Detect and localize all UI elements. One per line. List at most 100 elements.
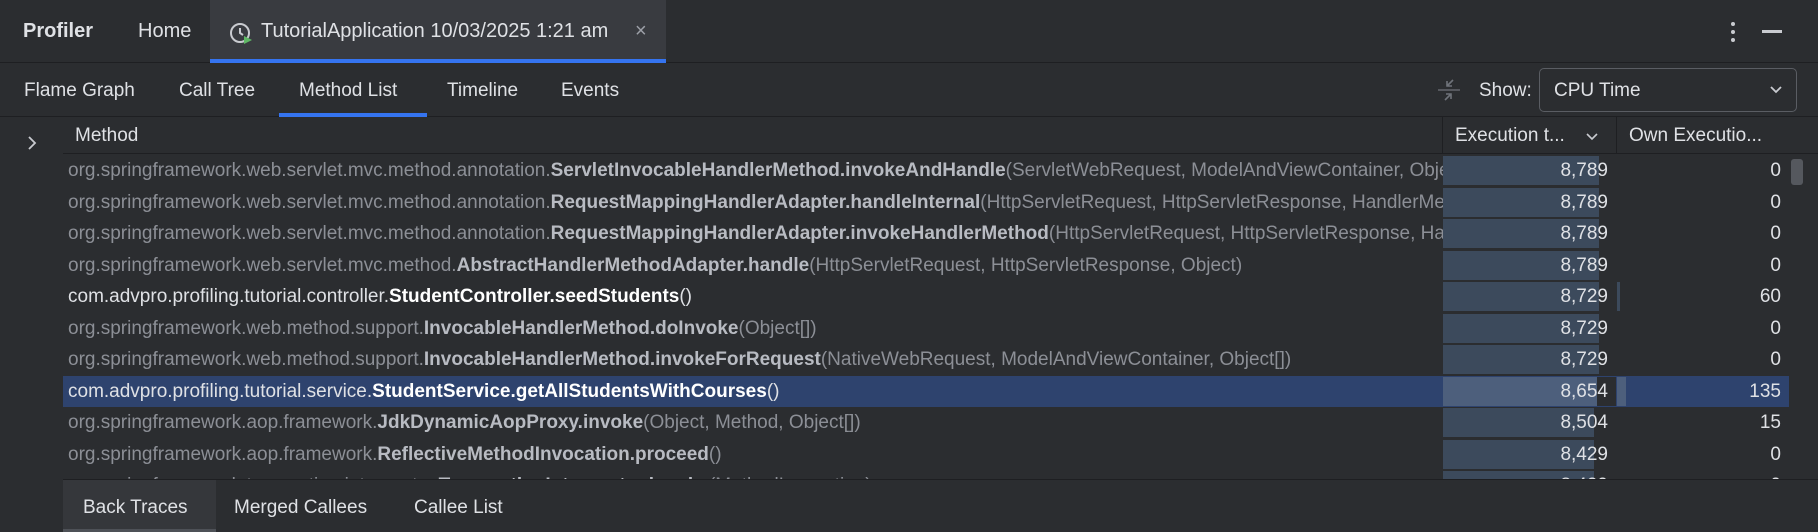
method-name: ServletInvocableHandlerMethod.invokeAndH… (550, 160, 1006, 181)
method-package: org.springframework.web.servlet.mvc.meth… (68, 160, 551, 181)
table-row[interactable]: org.springframework.web.servlet.mvc.meth… (63, 187, 1789, 218)
method-cell: org.springframework.web.method.support.I… (68, 318, 1443, 342)
vertical-scrollbar-thumb[interactable] (1791, 159, 1803, 185)
own-execution-time-cell: 15 (1617, 408, 1789, 437)
table-row[interactable]: org.springframework.web.servlet.mvc.meth… (63, 250, 1789, 281)
column-header-own-execution-time[interactable]: Own Executio... (1629, 125, 1762, 147)
tab-call-tree[interactable]: Call Tree (179, 80, 255, 102)
execution-time-value: 8,789 (1560, 223, 1608, 244)
method-cell: org.springframework.web.servlet.mvc.meth… (68, 192, 1443, 216)
chevron-down-icon (1770, 86, 1782, 94)
execution-time-cell: 8,654 (1443, 376, 1616, 406)
own-execution-time-value: 0 (1770, 223, 1781, 244)
table-row[interactable]: org.springframework.aop.framework.JdkDyn… (63, 407, 1789, 438)
own-execution-time-value: 60 (1759, 286, 1781, 307)
method-signature: (NativeWebRequest, ModelAndViewContainer… (820, 349, 1292, 370)
tab-merged-callees[interactable]: Merged Callees (234, 497, 367, 519)
table-row[interactable]: com.advpro.profiling.tutorial.controller… (63, 281, 1789, 312)
column-header-execution-time[interactable]: Execution t... (1455, 125, 1565, 147)
method-cell: org.springframework.web.method.support.I… (68, 349, 1443, 373)
method-name: RequestMappingHandlerAdapter.handleInter… (550, 191, 981, 213)
chevron-right-icon[interactable] (26, 135, 38, 151)
own-execution-time-bar (1617, 282, 1620, 311)
show-dropdown-value: CPU Time (1554, 80, 1641, 101)
execution-time-value: 8,504 (1560, 412, 1608, 433)
show-label: Show: (1479, 80, 1532, 101)
own-execution-time-cell: 0 (1617, 251, 1789, 280)
tab-session[interactable]: TutorialApplication 10/03/2025 1:21 am × (210, 0, 666, 63)
method-package: org.springframework.aop.framework. (68, 443, 378, 465)
table-row[interactable]: org.springframework.web.servlet.mvc.meth… (63, 218, 1789, 249)
execution-time-value: 8,729 (1560, 349, 1608, 370)
method-cell: com.advpro.profiling.tutorial.controller… (68, 286, 1443, 310)
execution-time-value: 8,789 (1560, 160, 1608, 181)
tab-timeline[interactable]: Timeline (447, 80, 518, 102)
method-signature: (HttpServletRequest, HttpServletResponse… (1048, 223, 1443, 244)
own-execution-time-cell: 0 (1617, 219, 1789, 248)
method-name: JdkDynamicAopProxy.invoke (377, 412, 644, 433)
table-row[interactable]: com.advpro.profiling.tutorial.service.St… (63, 375, 1789, 407)
tab-callee-list[interactable]: Callee List (414, 497, 503, 519)
own-execution-time-cell: 60 (1617, 282, 1789, 311)
method-signature: (Object[]) (738, 317, 817, 339)
tab-back-traces[interactable]: Back Traces (83, 497, 188, 519)
method-signature: (Object, Method, Object[]) (643, 412, 861, 433)
method-name: InvocableHandlerMethod.invokeForRequest (423, 349, 821, 370)
own-execution-time-bar (1617, 376, 1626, 406)
app-title: Profiler (23, 20, 94, 42)
execution-time-cell: 8,729 (1443, 345, 1616, 374)
execution-time-cell: 8,729 (1443, 313, 1616, 343)
tab-flame-graph[interactable]: Flame Graph (24, 80, 135, 102)
vertical-scrollbar[interactable] (1789, 155, 1818, 479)
method-signature: (ServletWebRequest, ModelAndViewContaine… (1005, 160, 1443, 181)
table-row[interactable]: org.springframework.web.method.support.I… (63, 344, 1789, 375)
column-header-method[interactable]: Method (75, 125, 138, 147)
method-cell: org.springframework.web.servlet.mvc.meth… (68, 223, 1443, 247)
minimize-icon[interactable] (1762, 30, 1782, 33)
close-icon[interactable]: × (635, 20, 647, 43)
own-execution-time-cell: 0 (1617, 345, 1789, 374)
collapse-arrows-icon[interactable] (1435, 76, 1463, 104)
execution-time-value: 8,789 (1560, 254, 1608, 276)
table-row[interactable]: org.springframework.web.method.support.I… (63, 313, 1789, 344)
own-execution-time-cell: 0 (1617, 156, 1789, 185)
column-divider[interactable] (1442, 117, 1443, 154)
sort-descending-icon[interactable] (1586, 133, 1598, 141)
method-package: org.springframework.web.servlet.mvc.meth… (68, 223, 551, 244)
own-execution-time-cell: 0 (1617, 471, 1789, 479)
method-name: StudentService.getAllStudentsWithCourses (372, 380, 767, 402)
more-options-icon[interactable] (1725, 18, 1741, 46)
column-divider[interactable] (1616, 117, 1617, 154)
own-execution-time-value: 0 (1770, 191, 1781, 213)
own-execution-time-value: 135 (1749, 380, 1781, 402)
method-signature: () (679, 286, 693, 307)
method-package: org.springframework.aop.framework. (68, 412, 378, 433)
own-execution-time-value: 0 (1770, 349, 1781, 370)
method-cell: org.springframework.web.servlet.mvc.meth… (68, 255, 1443, 279)
own-execution-time-value: 0 (1770, 443, 1781, 465)
show-dropdown[interactable]: CPU Time (1539, 68, 1797, 112)
execution-time-value: 8,789 (1560, 191, 1608, 213)
method-signature: (HttpServletRequest, HttpServletResponse… (980, 191, 1443, 213)
view-tabs-bar: Flame Graph Call Tree Method List Timeli… (0, 63, 1818, 117)
own-execution-time-value: 0 (1770, 254, 1781, 276)
tab-events[interactable]: Events (561, 80, 619, 102)
method-name: RequestMappingHandlerAdapter.invokeHandl… (550, 223, 1049, 244)
tab-method-list[interactable]: Method List (299, 80, 397, 102)
method-package: com.advpro.profiling.tutorial.controller… (68, 286, 390, 307)
method-signature: () (766, 380, 780, 402)
table-row[interactable]: org.springframework.transaction.intercep… (63, 470, 1789, 479)
tab-home[interactable]: Home (138, 20, 191, 43)
profiler-session-icon (230, 23, 252, 44)
own-execution-time-value: 15 (1759, 412, 1781, 433)
execution-time-cell: 8,789 (1443, 156, 1616, 185)
method-cell: com.advpro.profiling.tutorial.service.St… (68, 381, 1443, 405)
method-package: org.springframework.web.method.support. (68, 349, 424, 370)
session-tab-label: TutorialApplication 10/03/2025 1:21 am (261, 20, 609, 42)
table-row[interactable]: org.springframework.aop.framework.Reflec… (63, 439, 1789, 470)
execution-time-cell: 8,504 (1443, 408, 1616, 437)
execution-time-cell: 8,429 (1443, 471, 1616, 479)
own-execution-time-value: 0 (1770, 317, 1781, 339)
method-name: InvocableHandlerMethod.doInvoke (423, 317, 739, 339)
table-row[interactable]: org.springframework.web.servlet.mvc.meth… (63, 155, 1789, 186)
